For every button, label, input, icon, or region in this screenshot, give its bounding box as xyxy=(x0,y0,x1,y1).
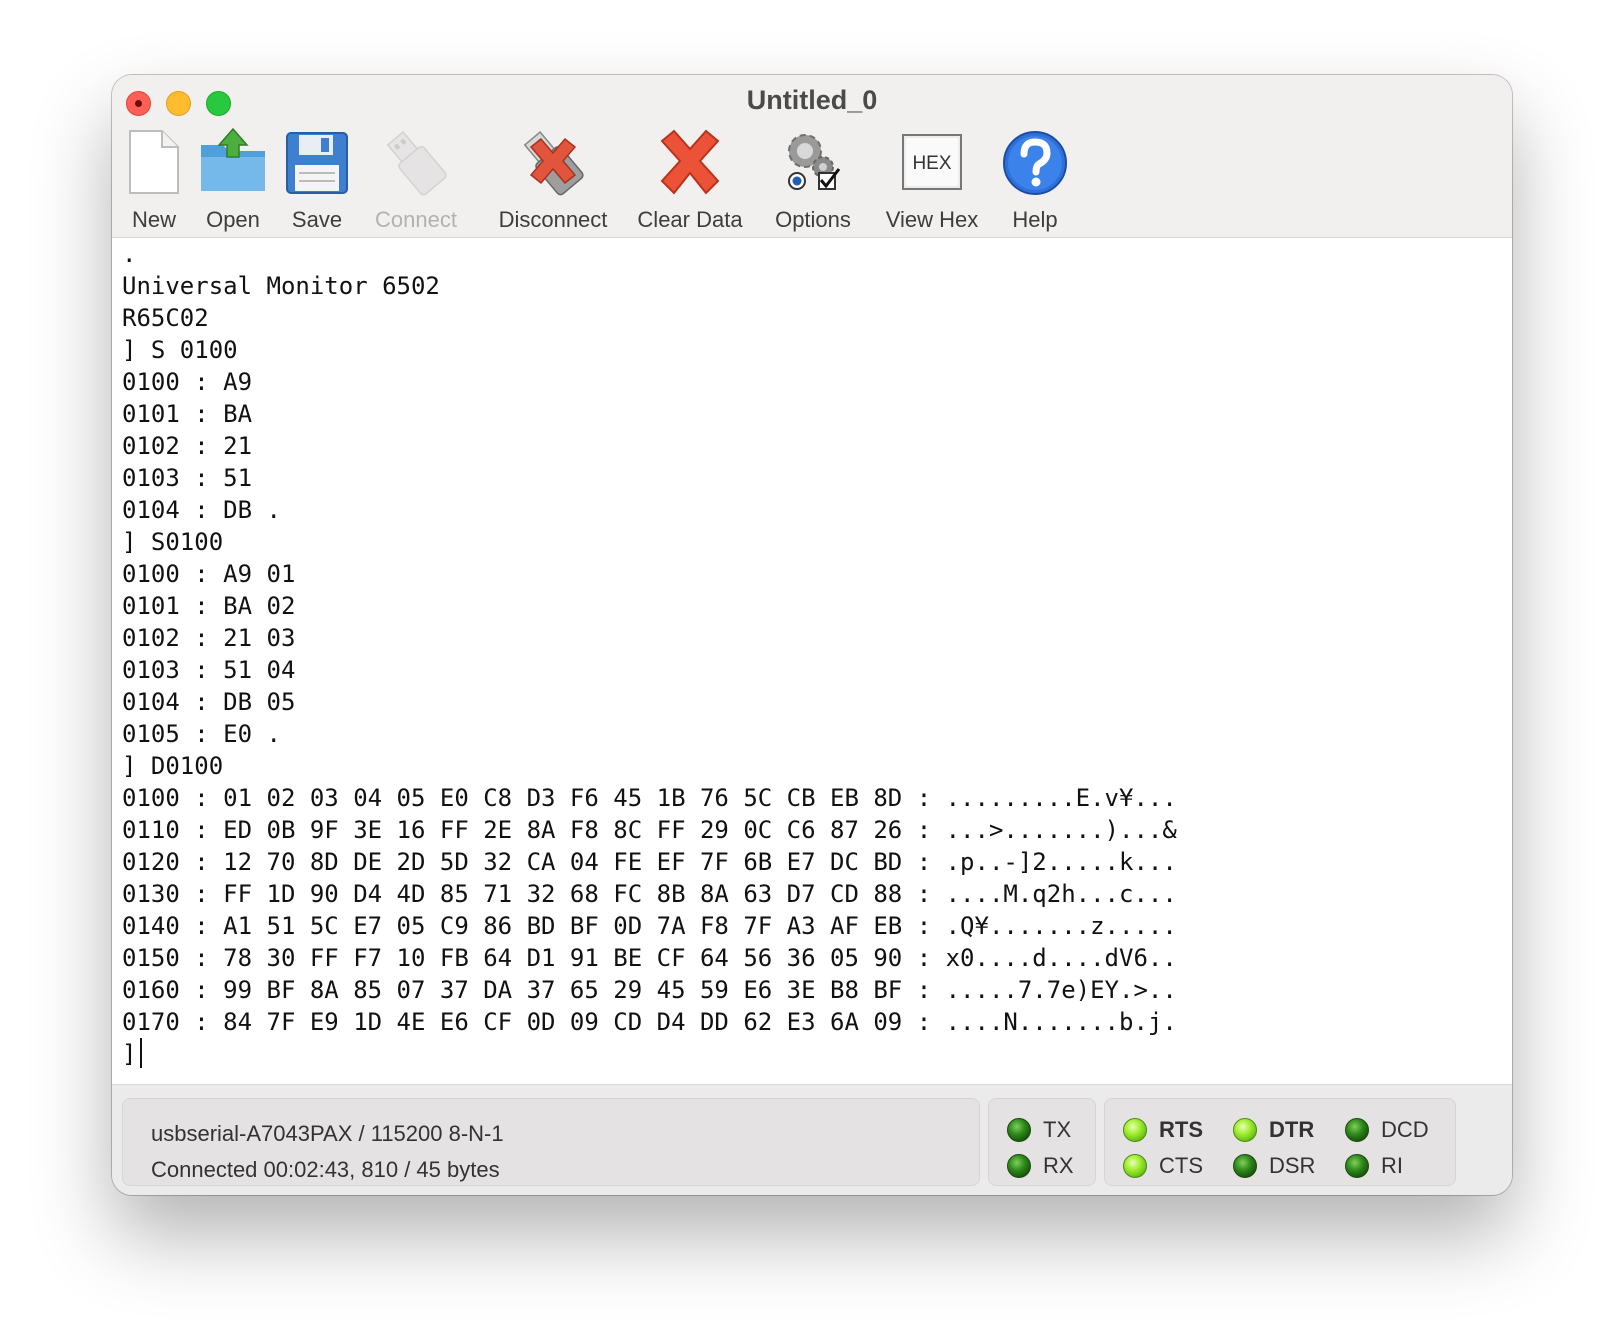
terminal-line: 0170 : 84 7F E9 1D 4E E6 CF 0D 09 CD D4 … xyxy=(122,1008,1177,1036)
help-question-icon xyxy=(1003,131,1067,195)
terminal-text: . Universal Monitor 6502 R65C02 ] S 0100 010… xyxy=(122,238,1177,1070)
usb-plug-icon xyxy=(386,131,447,196)
terminal-line: 0110 : ED 0B 9F 3E 16 FF 2E 8A F8 8C FF … xyxy=(122,816,1177,844)
dcd-led-icon xyxy=(1345,1118,1369,1142)
dsr-led-icon xyxy=(1233,1154,1257,1178)
terminal-line: 0105 : E0 . xyxy=(122,720,281,748)
terminal-line: 0103 : 51 04 xyxy=(122,656,296,684)
terminal-line: 0120 : 12 70 8D DE 2D 5D 32 CA 04 FE EF … xyxy=(122,848,1177,876)
connect-button[interactable]: Connect xyxy=(368,127,464,233)
new-button[interactable]: New xyxy=(124,127,184,233)
window-title: Untitled_0 xyxy=(746,85,878,115)
terminal-line: 0102 : 21 03 xyxy=(122,624,296,652)
dsr-indicator: DSR xyxy=(1233,1153,1315,1179)
rts-toggle[interactable]: RTS xyxy=(1123,1117,1203,1143)
terminal-line: Universal Monitor 6502 xyxy=(122,272,440,300)
options-label: Options xyxy=(775,207,851,232)
dcd-indicator: DCD xyxy=(1345,1117,1429,1143)
clear-x-icon xyxy=(660,129,720,195)
txrx-panel: TX RX xyxy=(988,1098,1096,1186)
terminal-line: ] S0100 xyxy=(122,528,224,556)
help-button[interactable]: Help xyxy=(1000,127,1070,233)
rts-label: RTS xyxy=(1159,1117,1203,1142)
terminal-line: . xyxy=(122,240,137,268)
dcd-label: DCD xyxy=(1381,1117,1429,1142)
cts-indicator: CTS xyxy=(1123,1153,1203,1179)
titlebar: Untitled_0 New Open Save Connect Disconn… xyxy=(112,75,1512,238)
terminal-line: 0150 : 78 30 FF F7 10 FB 64 D1 91 BE CF … xyxy=(122,944,1177,972)
view-hex-label: View Hex xyxy=(885,207,979,232)
terminal-line: 0101 : BA xyxy=(122,400,253,428)
open-folder-icon xyxy=(201,127,265,191)
terminal-line: 0160 : 99 BF 8A 85 07 37 DA 37 65 29 45 … xyxy=(122,976,1177,1004)
text-cursor xyxy=(140,1038,143,1068)
dtr-led-icon xyxy=(1233,1118,1257,1142)
ri-label: RI xyxy=(1381,1153,1403,1178)
connect-label: Connect xyxy=(375,207,457,232)
floppy-disk-icon xyxy=(286,132,348,194)
app-window: Untitled_0 New Open Save Connect Disconn… xyxy=(112,75,1512,1195)
control-lines-panel: RTS CTS DTR DSR DCD RI xyxy=(1104,1098,1456,1186)
clear-data-label: Clear Data xyxy=(637,207,743,232)
new-document-icon xyxy=(129,130,179,194)
dsr-label: DSR xyxy=(1269,1153,1316,1178)
open-button[interactable]: Open xyxy=(196,127,270,233)
terminal-line: R65C02 xyxy=(122,304,209,332)
cts-label: CTS xyxy=(1159,1153,1203,1178)
terminal-prompt: ] xyxy=(122,1040,137,1068)
disconnect-button[interactable]: Disconnect xyxy=(490,127,616,233)
terminal-line: 0100 : A9 01 xyxy=(122,560,296,588)
terminal-line: ] S 0100 xyxy=(122,336,238,364)
terminal-line: 0140 : A1 51 5C E7 05 C9 86 BD BF 0D 7A … xyxy=(122,912,1177,940)
terminal-line: 0104 : DB . xyxy=(122,496,281,524)
connection-status: Connected 00:02:43, 810 / 45 bytes xyxy=(151,1157,500,1182)
terminal-line: 0101 : BA 02 xyxy=(122,592,296,620)
terminal-prompt-line: ] xyxy=(122,1038,1177,1070)
help-label: Help xyxy=(1012,207,1058,232)
terminal-line: 0104 : DB 05 xyxy=(122,688,296,716)
rts-led-icon xyxy=(1123,1118,1147,1142)
gear-options-icon xyxy=(788,134,841,190)
ri-led-icon xyxy=(1345,1154,1369,1178)
dtr-toggle[interactable]: DTR xyxy=(1233,1117,1314,1143)
terminal-line: 0100 : A9 xyxy=(122,368,253,396)
tx-led-icon xyxy=(1007,1118,1031,1142)
rx-indicator: RX xyxy=(1007,1153,1074,1179)
disconnect-icon xyxy=(523,131,584,196)
status-bar: usbserial-A7043PAX / 115200 8-N-1 Connec… xyxy=(112,1084,1512,1195)
terminal-output[interactable]: . Universal Monitor 6502 R65C02 ] S 0100 010… xyxy=(112,238,1512,1084)
ri-indicator: RI xyxy=(1345,1153,1403,1179)
disconnect-label: Disconnect xyxy=(498,207,608,232)
cts-led-icon xyxy=(1123,1154,1147,1178)
hex-icon: HEX xyxy=(902,134,962,190)
port-settings: usbserial-A7043PAX / 115200 8-N-1 xyxy=(151,1121,504,1146)
rx-label: RX xyxy=(1043,1153,1074,1178)
open-label: Open xyxy=(206,207,260,232)
save-button[interactable]: Save xyxy=(284,127,350,233)
terminal-line: 0130 : FF 1D 90 D4 4D 85 71 32 68 FC 8B … xyxy=(122,880,1177,908)
tx-label: TX xyxy=(1043,1117,1072,1142)
rx-led-icon xyxy=(1007,1154,1031,1178)
terminal-line: 0102 : 21 xyxy=(122,432,253,460)
terminal-line: ] D0100 xyxy=(122,752,224,780)
save-label: Save xyxy=(291,207,343,232)
connection-info-panel: usbserial-A7043PAX / 115200 8-N-1 Connec… xyxy=(122,1098,980,1186)
tx-indicator: TX xyxy=(1007,1117,1071,1143)
options-button[interactable]: Options xyxy=(772,127,854,233)
hex-icon-text: HEX xyxy=(912,153,951,174)
dtr-label: DTR xyxy=(1269,1117,1315,1142)
clear-data-button[interactable]: Clear Data xyxy=(636,127,744,233)
terminal-line: 0103 : 51 xyxy=(122,464,253,492)
view-hex-button[interactable]: HEX View Hex xyxy=(882,127,982,233)
terminal-line: 0100 : 01 02 03 04 05 E0 C8 D3 F6 45 1B … xyxy=(122,784,1177,812)
new-label: New xyxy=(131,207,176,232)
